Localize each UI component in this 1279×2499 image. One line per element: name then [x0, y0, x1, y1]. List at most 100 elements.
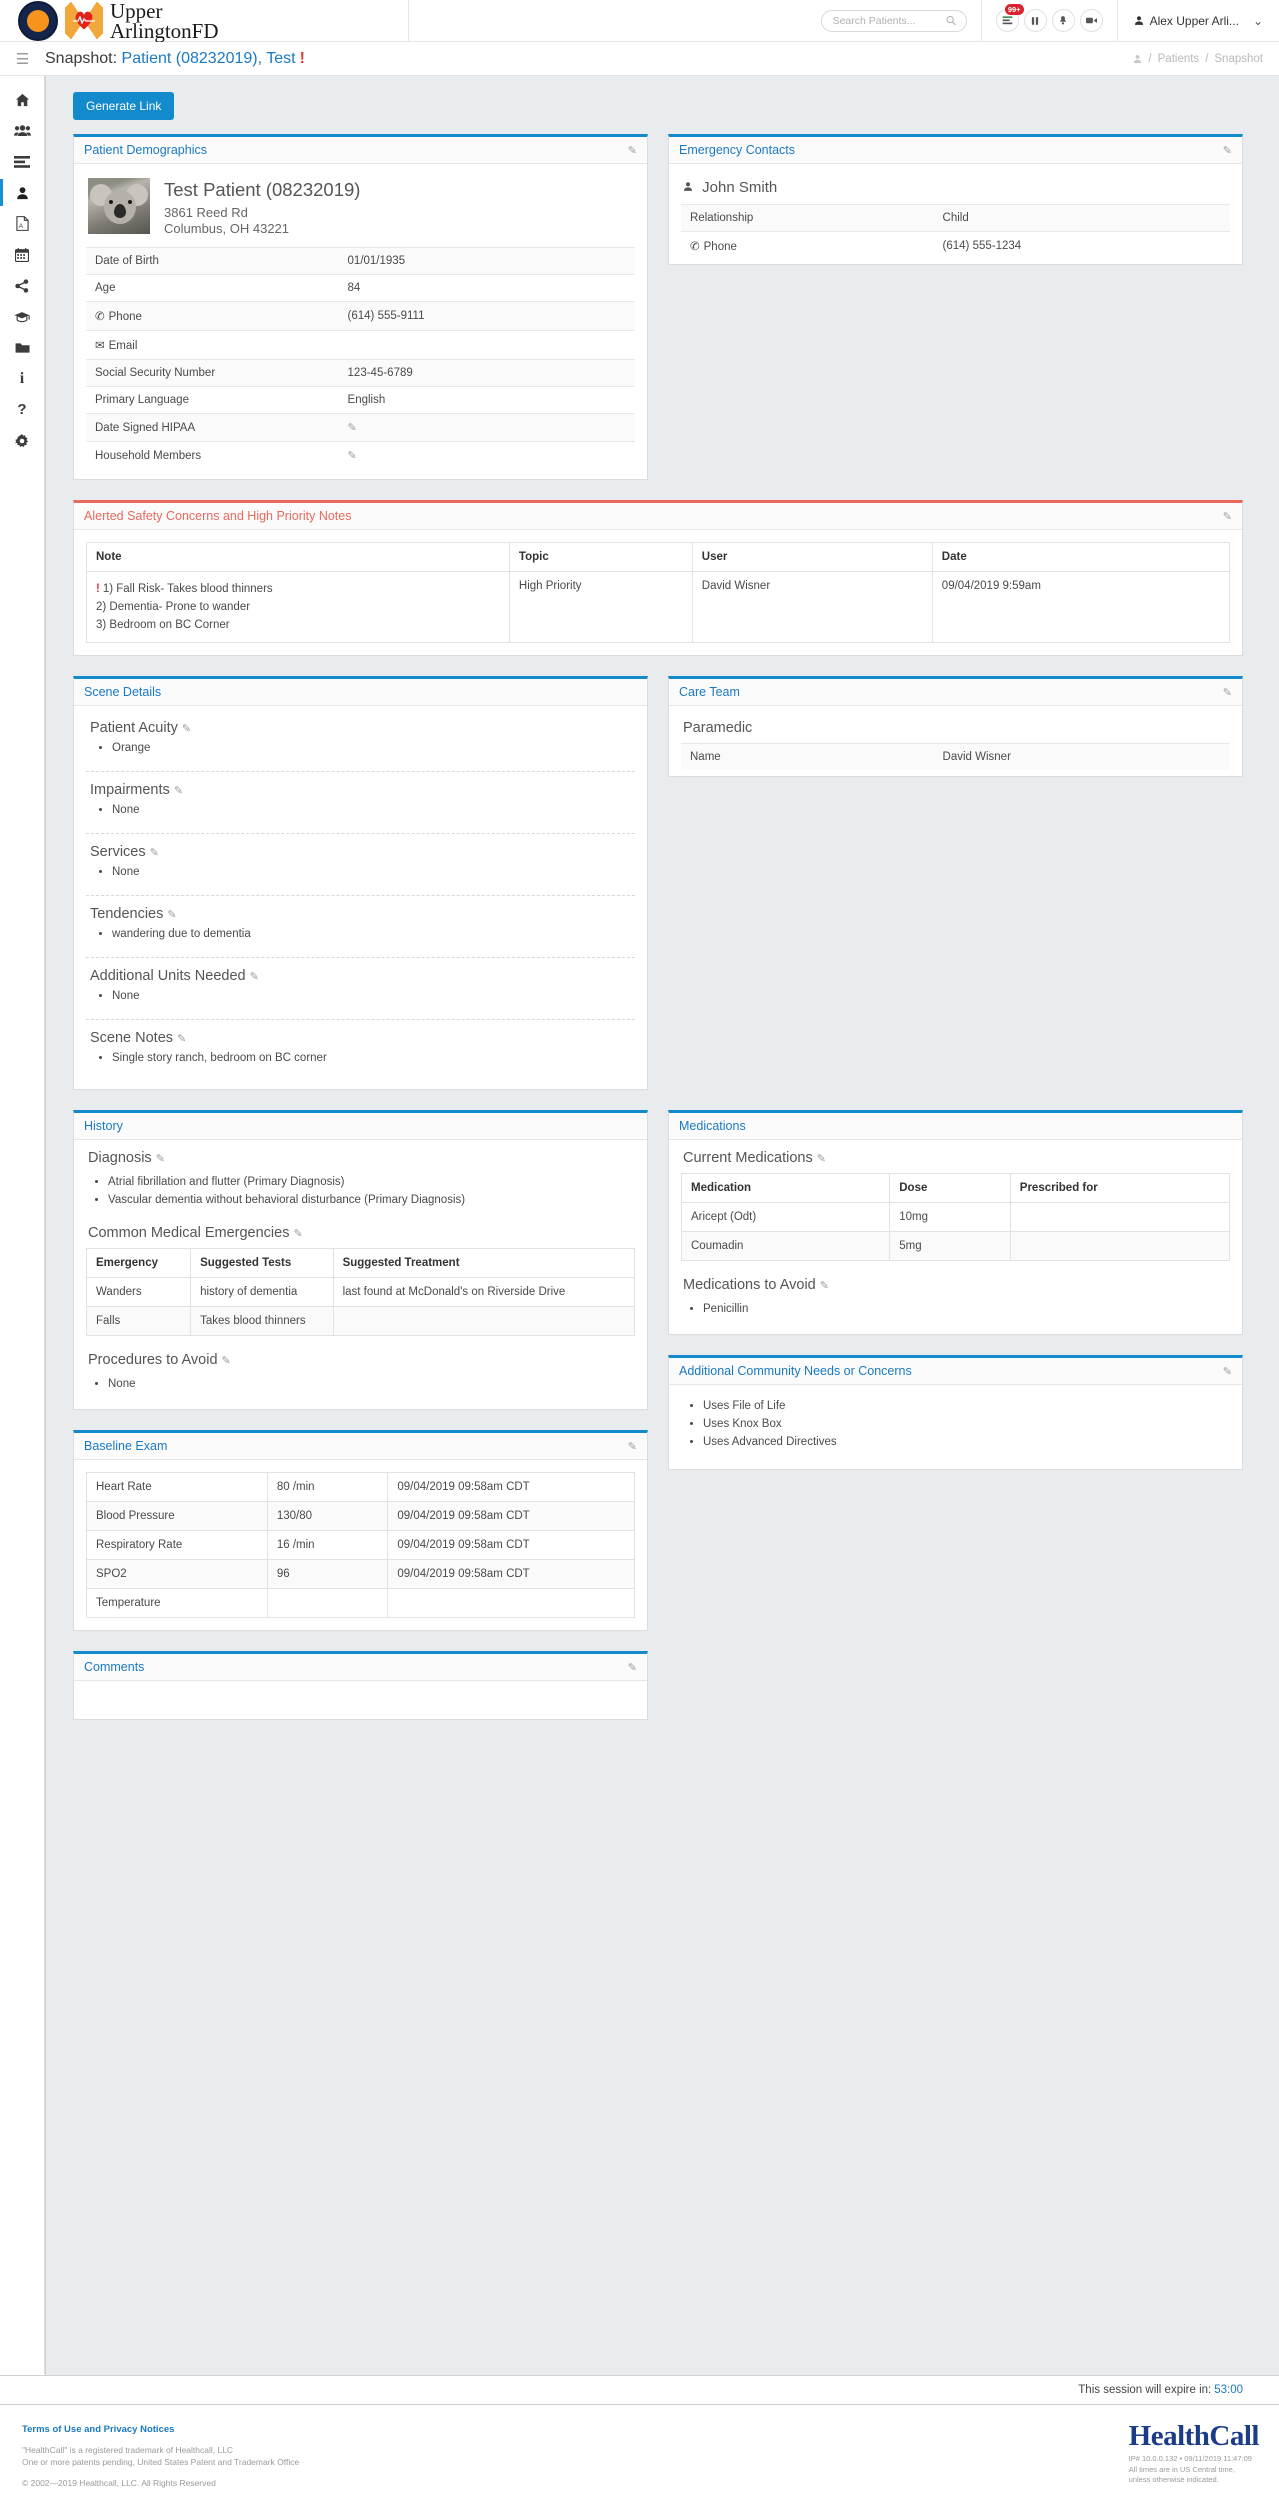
- table-row: ✆ Phone (614) 555-9111: [86, 301, 635, 331]
- patient-link[interactable]: Patient (08232019), Test: [122, 50, 296, 67]
- edit-pencil-icon[interactable]: ✎: [222, 1355, 231, 1367]
- column-header: Topic: [508, 542, 693, 572]
- terms-link[interactable]: Terms of Use and Privacy Notices: [22, 2424, 174, 2435]
- row-value: (614) 555-9111: [338, 301, 635, 331]
- list-item: Vascular dementia without behavioral dis…: [108, 1191, 635, 1209]
- cell: [387, 1588, 635, 1618]
- search-area: [408, 0, 967, 42]
- list-item: Uses Knox Box: [703, 1415, 1230, 1433]
- column-header: User: [691, 542, 933, 572]
- edit-pencil-icon[interactable]: ✎: [820, 1280, 829, 1292]
- table-row: Social Security Number 123-45-6789: [86, 359, 635, 387]
- video-icon[interactable]: [1079, 9, 1103, 32]
- breadcrumb-item-patients[interactable]: Patients: [1158, 53, 1200, 65]
- search-icon[interactable]: [946, 15, 957, 26]
- row-value: David Wisner: [933, 743, 1230, 770]
- envelope-icon: ✉: [95, 340, 105, 352]
- hamburger-menu-icon[interactable]: ☰: [0, 50, 45, 68]
- table-row: Blood Pressure 130/80 09/04/2019 09:58am C…: [86, 1501, 635, 1531]
- list-icon: [14, 155, 30, 168]
- baseline-exam-table: Heart Rate 80 /min 09/04/2019 09:58am CDT …: [86, 1472, 635, 1618]
- sidebar-item-users[interactable]: [0, 115, 44, 146]
- edit-pencil-icon[interactable]: ✎: [156, 1153, 165, 1165]
- row-value: 84: [338, 274, 635, 302]
- column-header: Note: [86, 542, 510, 572]
- patient-demographics-panel: Patient Demographics ✎ Test Patient (082…: [73, 134, 648, 480]
- session-expiry-bar: This session will expire in: 53:00: [0, 2375, 1279, 2405]
- search-input[interactable]: [830, 13, 947, 28]
- chevron-down-icon[interactable]: ⌄: [1253, 14, 1279, 28]
- patient-address-line1: 3861 Reed Rd: [164, 205, 248, 220]
- cell: 16 /min: [266, 1530, 389, 1560]
- fire-division-seal-icon: [18, 0, 58, 41]
- sidebar-item-folder[interactable]: [0, 332, 44, 363]
- edit-pencil-icon[interactable]: ✎: [348, 422, 357, 434]
- edit-pencil-icon[interactable]: ✎: [1223, 1365, 1232, 1378]
- column-header: Dose: [889, 1173, 1011, 1203]
- sidebar-item-share[interactable]: [0, 270, 44, 301]
- panel-title: Comments: [84, 1660, 145, 1674]
- edit-pencil-icon[interactable]: ✎: [174, 785, 183, 797]
- ecg-line-icon: [73, 15, 95, 24]
- breadcrumb: / Patients / Snapshot: [1133, 53, 1279, 65]
- patient-address-line2: Columbus, OH 43221: [164, 221, 290, 236]
- sidebar-item-pdf[interactable]: A: [0, 208, 44, 239]
- edit-pencil-icon[interactable]: ✎: [182, 723, 191, 735]
- question-mark-icon: ?: [17, 401, 27, 418]
- edit-pencil-icon[interactable]: ✎: [628, 1661, 637, 1674]
- comments-body[interactable]: [74, 1681, 647, 1719]
- sidebar-item-calendar[interactable]: [0, 239, 44, 270]
- section-heading: Current Medications: [683, 1150, 813, 1166]
- healthcall-logo: HealthCall: [1128, 2420, 1260, 2452]
- column-header: Date: [931, 542, 1231, 572]
- scene-section-impairments: Impairments ✎ None: [86, 772, 635, 834]
- sidebar-item-info[interactable]: i: [0, 363, 44, 394]
- edit-pencil-icon[interactable]: ✎: [250, 971, 259, 983]
- cell: last found at McDonald's on Riverside Dr…: [332, 1277, 636, 1307]
- user-name-label: Alex Upper Arli...: [1149, 13, 1239, 28]
- list-badge-icon[interactable]: 99+: [995, 4, 1024, 32]
- panel-header: Alerted Safety Concerns and High Priorit…: [74, 503, 1242, 530]
- sidebar-item-home[interactable]: [0, 84, 44, 115]
- edit-pencil-icon[interactable]: ✎: [294, 1228, 303, 1240]
- sidebar-item-patient[interactable]: [0, 177, 44, 208]
- panel-title: Baseline Exam: [84, 1439, 168, 1453]
- edit-pencil-icon[interactable]: ✎: [1223, 144, 1232, 157]
- sidebar-item-help[interactable]: ?: [0, 394, 44, 425]
- column-header: Prescribed for: [1009, 1173, 1231, 1203]
- sidebar-item-settings[interactable]: [0, 425, 44, 456]
- scene-section-services: Services ✎ None: [86, 834, 635, 896]
- edit-pencil-icon[interactable]: ✎: [167, 909, 176, 921]
- edit-pencil-icon[interactable]: ✎: [348, 450, 357, 462]
- edit-pencil-icon[interactable]: ✎: [177, 1033, 186, 1045]
- list-item: wandering due to dementia: [112, 926, 631, 943]
- list-item: Orange: [112, 740, 631, 757]
- search-box[interactable]: [820, 9, 967, 32]
- contact-name: John Smith: [681, 174, 1230, 204]
- edit-pencil-icon[interactable]: ✎: [628, 144, 637, 157]
- sidebar-item-list[interactable]: [0, 146, 44, 177]
- svg-text:A: A: [18, 223, 23, 230]
- user-menu[interactable]: Alex Upper Arli...: [1118, 14, 1253, 28]
- patient-breadcrumb-icon[interactable]: [1133, 54, 1142, 64]
- cell: Falls: [85, 1306, 192, 1336]
- edit-pencil-icon[interactable]: ✎: [1223, 510, 1232, 523]
- edit-pencil-icon[interactable]: ✎: [817, 1153, 826, 1165]
- panel-header: Care Team ✎: [669, 679, 1242, 706]
- emergency-contacts-panel: Emergency Contacts ✎ John Smith Relation…: [668, 134, 1243, 265]
- brand-logo[interactable]: Upper ArlingtonFD: [0, 0, 219, 41]
- edit-pencil-icon[interactable]: ✎: [628, 1440, 637, 1453]
- table-row: Relationship Child: [681, 204, 1230, 232]
- edit-pencil-icon[interactable]: ✎: [1223, 686, 1232, 699]
- breadcrumb-separator: /: [1148, 52, 1152, 65]
- care-team-role: Paramedic: [683, 720, 753, 736]
- generate-link-button[interactable]: Generate Link: [73, 92, 175, 120]
- pause-icon[interactable]: [1023, 9, 1047, 32]
- sidebar-item-education[interactable]: [0, 301, 44, 332]
- bell-icon[interactable]: [1051, 9, 1075, 32]
- cell: SPO2: [86, 1559, 268, 1589]
- session-expiry-time: 53:00: [1214, 2384, 1243, 2396]
- section-heading: Tendencies: [90, 906, 164, 922]
- edit-pencil-icon[interactable]: ✎: [150, 847, 159, 859]
- table-row: Aricept (Odt) 10mg: [680, 1202, 1231, 1232]
